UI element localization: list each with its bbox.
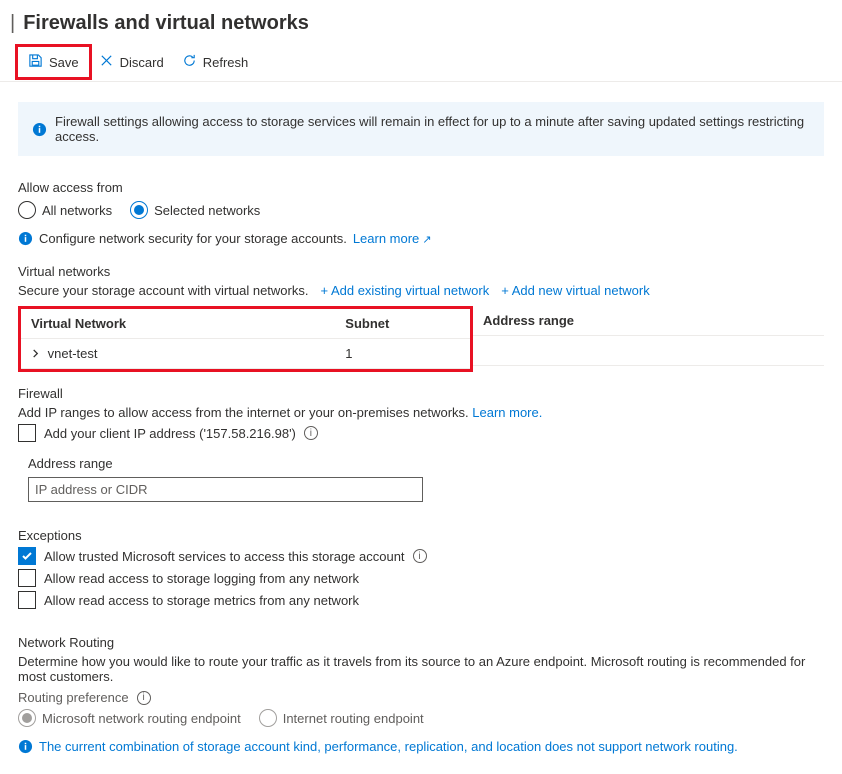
routing-unsupported-row: The current combination of storage accou… <box>18 739 824 754</box>
discard-button[interactable]: Discard <box>91 49 172 75</box>
radio-all-networks[interactable]: All networks <box>18 201 112 219</box>
routing-unsupported-text: The current combination of storage accou… <box>39 739 738 754</box>
vnet-name: vnet-test <box>48 346 98 361</box>
discard-label: Discard <box>120 55 164 70</box>
exception-row: Allow read access to storage metrics fro… <box>18 591 824 609</box>
refresh-icon <box>182 53 197 71</box>
save-label: Save <box>49 55 79 70</box>
add-client-ip-label: Add your client IP address ('157.58.216.… <box>44 426 296 441</box>
radio-ms-routing: Microsoft network routing endpoint <box>18 709 241 727</box>
exception-label: Allow trusted Microsoft services to acce… <box>44 549 405 564</box>
address-range-input[interactable] <box>28 477 423 502</box>
radio-icon <box>259 709 277 727</box>
refresh-button[interactable]: Refresh <box>174 49 257 75</box>
exceptions-heading: Exceptions <box>18 528 824 543</box>
info-icon <box>18 739 33 754</box>
radio-selected-label: Selected networks <box>154 203 260 218</box>
info-icon <box>32 122 47 137</box>
exception-checkbox-metrics[interactable] <box>18 591 36 609</box>
vnet-table: Virtual Network Subnet vnet-test <box>21 309 470 369</box>
info-banner: Firewall settings allowing access to sto… <box>18 102 824 156</box>
info-tooltip-icon[interactable]: i <box>137 691 151 705</box>
access-radio-group: All networks Selected networks <box>18 201 824 219</box>
save-button[interactable]: Save <box>20 49 87 75</box>
vnet-subnet: 1 <box>335 339 470 369</box>
learn-more-link[interactable]: Learn more <box>353 231 432 246</box>
exception-row: Allow trusted Microsoft services to acce… <box>18 547 824 565</box>
info-banner-text: Firewall settings allowing access to sto… <box>55 114 810 144</box>
exception-checkbox-logging[interactable] <box>18 569 36 587</box>
page-header: | Firewalls and virtual networks <box>0 0 842 43</box>
title-separator: | <box>10 12 15 35</box>
refresh-label: Refresh <box>203 55 249 70</box>
routing-pref-label: Routing preference <box>18 690 129 705</box>
radio-icon <box>18 201 36 219</box>
table-row <box>473 336 824 366</box>
radio-all-label: All networks <box>42 203 112 218</box>
exception-row: Allow read access to storage logging fro… <box>18 569 824 587</box>
radio-icon <box>130 201 148 219</box>
vnet-desc: Secure your storage account with virtual… <box>18 283 308 298</box>
config-security-text: Configure network security for your stor… <box>39 231 347 246</box>
col-virtual-network: Virtual Network <box>21 309 335 339</box>
firewall-learn-more-link[interactable]: Learn more. <box>472 405 542 420</box>
chevron-right-icon <box>31 346 40 361</box>
add-client-ip-checkbox[interactable] <box>18 424 36 442</box>
radio-internet-label: Internet routing endpoint <box>283 711 424 726</box>
radio-internet-routing: Internet routing endpoint <box>259 709 424 727</box>
table-row[interactable]: vnet-test 1 <box>21 339 470 369</box>
exception-label: Allow read access to storage logging fro… <box>44 571 359 586</box>
routing-heading: Network Routing <box>18 635 824 650</box>
col-subnet: Subnet <box>335 309 470 339</box>
routing-desc: Determine how you would like to route yo… <box>18 654 824 684</box>
address-range-label: Address range <box>18 456 824 471</box>
page-title: Firewalls and virtual networks <box>23 12 309 35</box>
info-icon <box>18 231 33 246</box>
radio-selected-networks[interactable]: Selected networks <box>130 201 260 219</box>
exception-label: Allow read access to storage metrics fro… <box>44 593 359 608</box>
vnet-desc-row: Secure your storage account with virtual… <box>18 283 824 298</box>
firewall-desc: Add IP ranges to allow access from the i… <box>18 405 469 420</box>
info-tooltip-icon[interactable]: i <box>413 549 427 563</box>
config-security-row: Configure network security for your stor… <box>18 231 824 246</box>
radio-ms-label: Microsoft network routing endpoint <box>42 711 241 726</box>
add-existing-vnet-link[interactable]: + Add existing virtual network <box>320 283 489 298</box>
radio-icon <box>18 709 36 727</box>
firewall-heading: Firewall <box>18 386 824 401</box>
vnet-heading: Virtual networks <box>18 264 824 279</box>
info-tooltip-icon[interactable]: i <box>304 426 318 440</box>
toolbar: Save Discard Refresh <box>0 43 842 82</box>
add-new-vnet-link[interactable]: + Add new virtual network <box>501 283 650 298</box>
save-icon <box>28 53 43 71</box>
close-icon <box>99 53 114 71</box>
access-label: Allow access from <box>18 180 824 195</box>
col-address-range: Address range <box>473 306 824 336</box>
exception-checkbox-trusted[interactable] <box>18 547 36 565</box>
